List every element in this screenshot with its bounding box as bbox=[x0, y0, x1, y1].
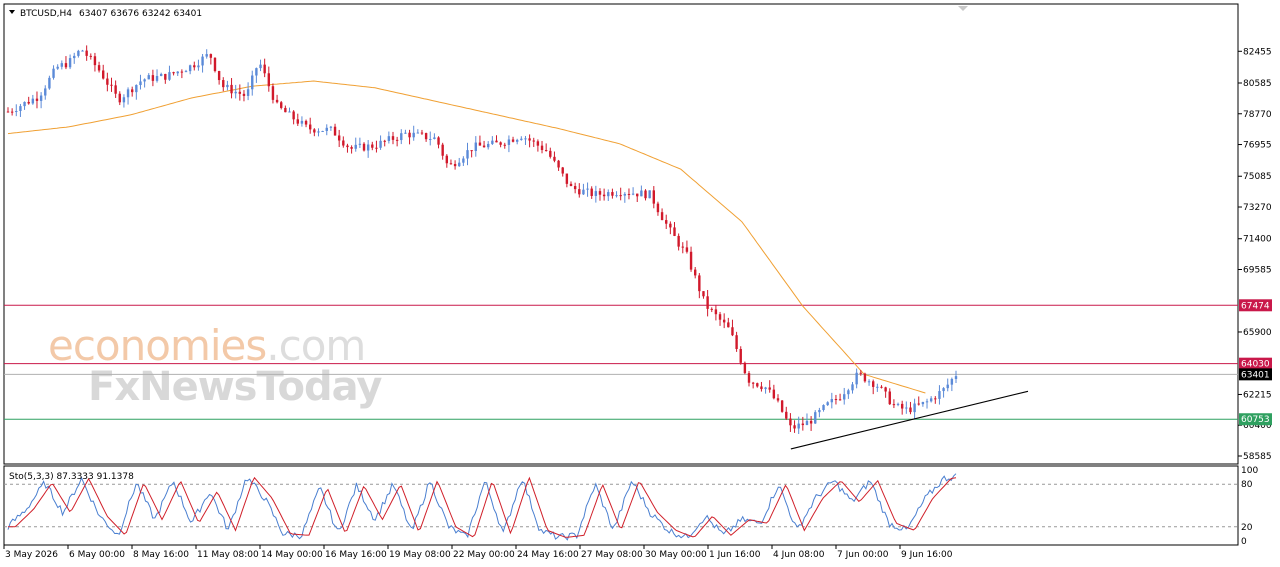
stoch-level-label: 20 bbox=[1241, 523, 1253, 533]
y-tick-label: 82455 bbox=[1243, 47, 1272, 57]
candle bbox=[743, 361, 747, 375]
x-tick-label: 7 Jun 00:00 bbox=[837, 550, 889, 560]
x-tick-label: 3 May 2026 bbox=[5, 550, 58, 560]
svg-text:60753: 60753 bbox=[1241, 415, 1270, 425]
ohlc-label: 63407 63676 63242 63401 bbox=[79, 9, 202, 19]
stoch-level-label: 100 bbox=[1241, 466, 1258, 476]
x-tick-label: 1 Jun 16:00 bbox=[709, 550, 761, 560]
svg-text:economies.com: economies.com bbox=[48, 321, 365, 370]
stoch-level-label: 80 bbox=[1241, 480, 1253, 490]
level-tag-0: 67474 bbox=[1239, 299, 1272, 312]
y-tick-label: 80585 bbox=[1243, 79, 1272, 89]
chart-canvas: economies.com FxNewsToday 82455 80585 7877… bbox=[3, 3, 1272, 560]
candle bbox=[780, 400, 784, 413]
stochastic-axis: 100 80 20 0 bbox=[1241, 466, 1258, 547]
y-tick-label: 73270 bbox=[1243, 203, 1272, 213]
svg-text:64030: 64030 bbox=[1241, 360, 1270, 370]
svg-text:67474: 67474 bbox=[1241, 301, 1270, 311]
x-tick-label: 14 May 00:00 bbox=[261, 550, 323, 560]
x-tick-label: 27 May 08:00 bbox=[581, 550, 643, 560]
x-tick-label: 22 May 00:00 bbox=[453, 550, 515, 560]
y-tick-label: 62215 bbox=[1243, 390, 1272, 400]
svg-text:FxNewsToday: FxNewsToday bbox=[88, 364, 382, 410]
x-tick-label: 11 May 08:00 bbox=[197, 550, 259, 560]
candle bbox=[739, 346, 742, 365]
level-tag-2: 60753 bbox=[1239, 413, 1272, 426]
stochastic-frame bbox=[3, 465, 1239, 546]
price-tags: 67474 64030 60753 63401 bbox=[1239, 299, 1272, 426]
level-tag-1: 64030 bbox=[1239, 357, 1272, 370]
candle bbox=[814, 410, 817, 424]
current-price-tag: 63401 bbox=[1239, 368, 1272, 381]
time-axis: 3 May 2026 6 May 00:00 8 May 16:00 11 May 0… bbox=[3, 545, 953, 560]
watermark: economies.com FxNewsToday bbox=[48, 321, 383, 410]
price-axis: 82455 80585 78770 76955 75085 73270 71400 69585… bbox=[1238, 47, 1272, 462]
y-tick-label: 75085 bbox=[1243, 172, 1272, 182]
x-tick-label: 16 May 16:00 bbox=[325, 550, 387, 560]
y-tick-label: 76955 bbox=[1243, 141, 1272, 151]
x-tick-label: 8 May 16:00 bbox=[133, 550, 189, 560]
y-tick-label: 78770 bbox=[1243, 110, 1272, 120]
x-tick-label: 6 May 00:00 bbox=[69, 550, 125, 560]
x-tick-label: 4 Jun 08:00 bbox=[773, 550, 825, 560]
stoch-level-label: 0 bbox=[1241, 537, 1247, 547]
candle bbox=[648, 190, 651, 199]
x-tick-label: 19 May 08:00 bbox=[389, 550, 451, 560]
svg-text:63401: 63401 bbox=[1241, 370, 1270, 380]
candle bbox=[213, 57, 217, 73]
x-tick-label: 30 May 00:00 bbox=[645, 550, 707, 560]
symbol-label: BTCUSD,H4 bbox=[20, 9, 72, 19]
x-tick-label: 24 May 16:00 bbox=[517, 550, 579, 560]
y-tick-label: 71400 bbox=[1243, 235, 1272, 245]
x-tick-label: 9 Jun 16:00 bbox=[901, 550, 953, 560]
y-tick-label: 58585 bbox=[1243, 452, 1272, 462]
stochastic-label: Sto(5,3,3) 87.3333 91.1378 bbox=[9, 472, 134, 482]
y-tick-label: 69585 bbox=[1243, 265, 1272, 275]
candle bbox=[863, 372, 867, 383]
y-tick-label: 65900 bbox=[1243, 328, 1272, 338]
